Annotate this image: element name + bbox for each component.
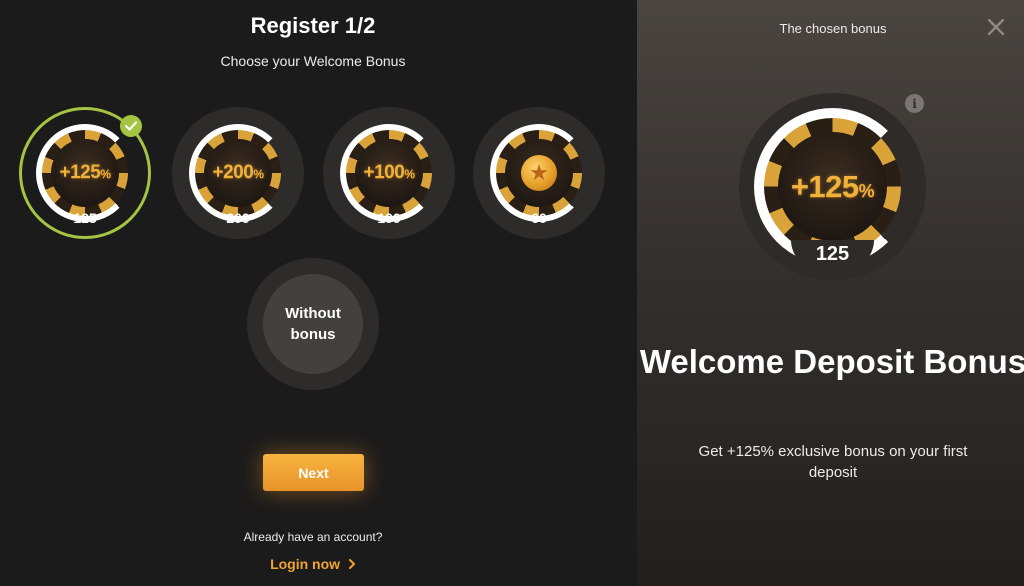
bonus-option-125[interactable]: +125% 125 <box>19 107 151 239</box>
without-bonus-label: Without bonus <box>263 274 363 374</box>
login-link[interactable]: Login now <box>0 556 626 572</box>
without-bonus-option[interactable]: Without bonus <box>247 258 379 390</box>
bonus-chip: ★ <box>490 124 588 222</box>
bonus-chip: +200% <box>189 124 287 222</box>
chosen-bonus-percent: % <box>858 180 875 201</box>
bonus-badge: +100 <box>363 162 405 183</box>
chosen-bonus-value: 125 <box>815 243 850 265</box>
bonus-chip: +100% <box>340 124 438 222</box>
bonus-title: Welcome Deposit Bonus <box>639 343 1024 380</box>
bonus-option-100[interactable]: +100% 100 <box>323 107 455 239</box>
chosen-bonus-badge: +125 <box>790 168 859 204</box>
bonus-percent: % <box>253 167 264 181</box>
check-icon <box>120 115 142 137</box>
bonus-percent: % <box>100 167 111 181</box>
chosen-bonus-panel: The chosen bonus Welcome Deposit Bonus G… <box>637 0 1024 586</box>
close-icon[interactable] <box>987 18 1005 36</box>
bonus-chip: +125% <box>36 124 134 222</box>
bonus-option-200[interactable]: +200% 200 <box>172 107 304 239</box>
login-link-label: Login now <box>270 556 341 572</box>
info-icon[interactable]: i <box>905 94 924 113</box>
bonus-badge: +125 <box>59 162 101 183</box>
chosen-bonus-label: The chosen bonus <box>779 21 887 36</box>
bonus-value: 200 <box>226 210 250 226</box>
star-coin-icon: ★ <box>521 155 557 191</box>
chevron-right-icon <box>348 559 356 569</box>
bonus-percent: % <box>404 167 415 181</box>
chosen-bonus-chip: +125% 125 <box>739 93 926 280</box>
registration-panel: Register 1/2 Choose your Welcome Bonus +… <box>0 0 637 586</box>
bonus-value: 60 <box>531 210 547 226</box>
bonus-value: 100 <box>377 210 401 226</box>
bonus-value: 125 <box>73 210 97 226</box>
next-button[interactable]: Next <box>263 454 364 491</box>
bonus-badge: +200 <box>212 162 254 183</box>
page-title: Register 1/2 <box>250 13 376 38</box>
already-account-text: Already have an account? <box>243 530 383 544</box>
bonus-description: Get +125% exclusive bonus on your first … <box>698 443 968 481</box>
page-subtitle: Choose your Welcome Bonus <box>220 53 406 69</box>
bonus-option-60[interactable]: ★ 60 <box>473 107 605 239</box>
